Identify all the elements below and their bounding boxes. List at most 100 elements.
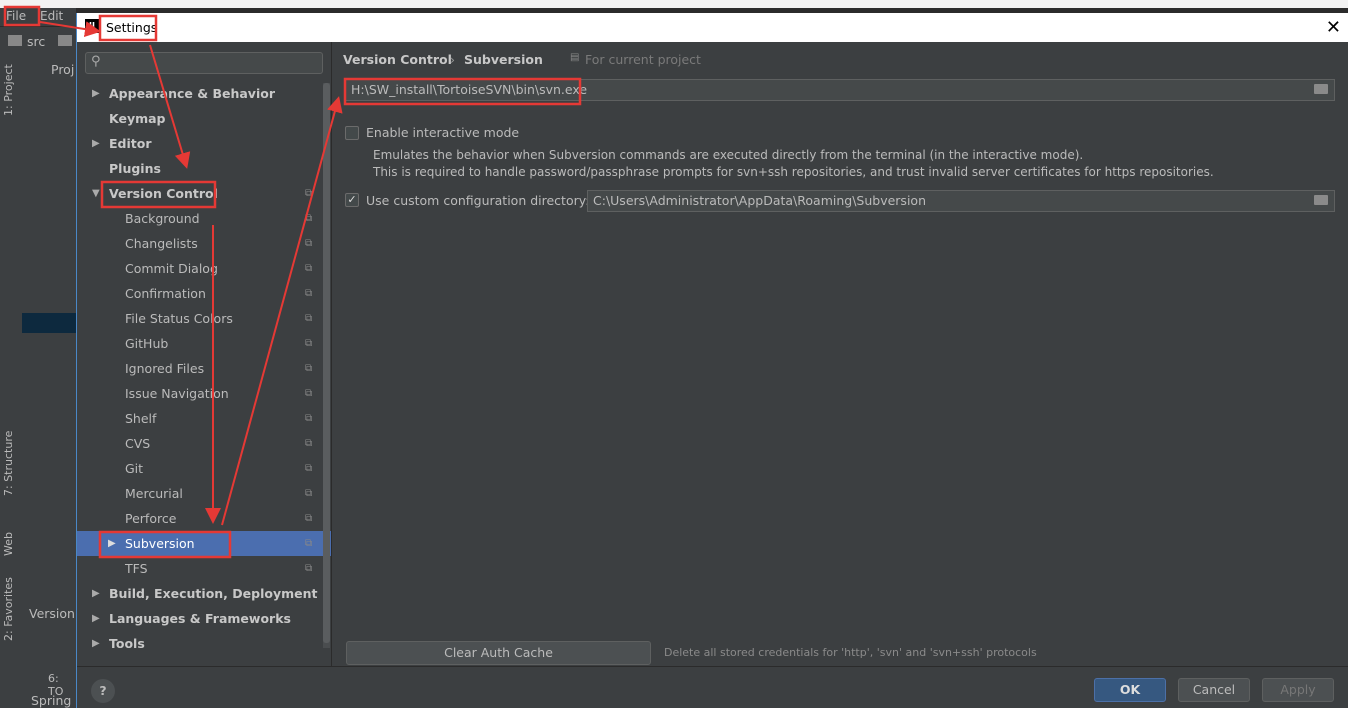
tree-item-shelf[interactable]: Shelf ⧉ <box>77 406 331 431</box>
tree-item-build-execution-deployment[interactable]: ▶ Build, Execution, Deployment <box>77 581 331 606</box>
cancel-button[interactable]: Cancel <box>1178 678 1250 702</box>
project-scope-icon: ⧉ <box>305 213 313 224</box>
tab-project[interactable]: 1: Project <box>2 64 15 116</box>
tree-item-plugins[interactable]: Plugins <box>77 156 331 181</box>
ide-status-area: 6: TO Spring <box>0 666 76 708</box>
tree-item-issue-navigation[interactable]: Issue Navigation ⧉ <box>77 381 331 406</box>
tree-item-version-control[interactable]: ▼ Version Control ⧉ <box>77 181 331 206</box>
tree-item-tfs[interactable]: TFS ⧉ <box>77 556 331 581</box>
project-scope-icon: ⧉ <box>305 288 313 299</box>
tree-item-keymap[interactable]: Keymap <box>77 106 331 131</box>
interactive-mode-label[interactable]: Enable interactive mode <box>366 125 519 140</box>
tree-item-label: Version Control <box>109 186 218 201</box>
tree-item-perforce[interactable]: Perforce ⧉ <box>77 506 331 531</box>
project-scope-icon: ▤ <box>570 52 580 63</box>
tree-item-label: Plugins <box>109 161 161 176</box>
settings-search-input[interactable]: ⚲ <box>85 52 323 74</box>
project-tab[interactable]: Proj <box>51 62 74 77</box>
dialog-title-bar: IJ Settings ✕ <box>77 13 1348 42</box>
tree-item-editor[interactable]: ▶ Editor <box>77 131 331 156</box>
tree-item-commit-dialog[interactable]: Commit Dialog ⧉ <box>77 256 331 281</box>
tab-structure[interactable]: 7: Structure <box>2 431 15 496</box>
collapsed-arrow-icon[interactable]: ▶ <box>92 131 100 156</box>
tree-item-label: TFS <box>125 561 148 576</box>
spring-tab[interactable]: Spring <box>31 693 71 708</box>
tree-item-label: Perforce <box>125 511 177 526</box>
collapsed-arrow-icon[interactable]: ▶ <box>92 81 100 106</box>
tree-item-background[interactable]: Background ⧉ <box>77 206 331 231</box>
expanded-arrow-icon[interactable]: ▼ <box>92 181 100 206</box>
custom-config-dir-label[interactable]: Use custom configuration directory: <box>366 193 589 208</box>
tab-favorites[interactable]: 2: Favorites <box>2 577 15 641</box>
close-icon[interactable]: ✕ <box>1326 17 1341 38</box>
tree-item-label: Appearance & Behavior <box>109 86 275 101</box>
custom-config-dir-field[interactable]: C:\Users\Administrator\AppData\Roaming\S… <box>587 190 1335 212</box>
project-scope-icon: ⧉ <box>305 363 313 374</box>
tree-item-label: Build, Execution, Deployment <box>109 586 318 601</box>
collapsed-arrow-icon[interactable]: ▶ <box>92 631 100 656</box>
collapsed-arrow-icon[interactable]: ▶ <box>92 606 100 631</box>
custom-config-dir-checkbox[interactable]: ✓ <box>345 193 359 207</box>
os-taskbar-strip <box>0 0 1348 8</box>
intellij-logo-icon: IJ <box>85 19 99 33</box>
collapsed-arrow-icon[interactable]: ▶ <box>108 531 116 556</box>
tab-web[interactable]: Web <box>2 532 15 556</box>
dialog-title: Settings <box>106 20 158 35</box>
interactive-mode-checkbox[interactable] <box>345 126 359 140</box>
ok-button[interactable]: OK <box>1094 678 1166 702</box>
tree-item-git[interactable]: Git ⧉ <box>77 456 331 481</box>
project-scope-icon: ⧉ <box>305 388 313 399</box>
tree-item-label: GitHub <box>125 336 169 351</box>
project-scope-icon: ⧉ <box>305 538 313 549</box>
tree-item-cvs[interactable]: CVS ⧉ <box>77 431 331 456</box>
tree-item-label: File Status Colors <box>125 311 233 326</box>
clear-cache-desc: Delete all stored credentials for 'http'… <box>664 646 1037 659</box>
tree-item-subversion[interactable]: ▶ Subversion ⧉ <box>77 531 331 556</box>
project-scope-icon: ⧉ <box>305 238 313 249</box>
tree-item-label: Git <box>125 461 144 476</box>
project-scope-icon: ⧉ <box>305 513 313 524</box>
tree-item-ignored-files[interactable]: Ignored Files ⧉ <box>77 356 331 381</box>
config-dir-value: C:\Users\Administrator\AppData\Roaming\S… <box>593 193 926 208</box>
tree-item-appearance-behavior[interactable]: ▶ Appearance & Behavior <box>77 81 331 106</box>
version-tab[interactable]: Version <box>29 606 75 621</box>
tree-scrollbar[interactable] <box>323 83 330 648</box>
breadcrumb-parent[interactable]: Version Control <box>343 52 452 67</box>
folder-icon <box>8 35 22 46</box>
breadcrumb-src[interactable]: src <box>27 34 45 49</box>
ide-breadcrumb: src <box>0 26 76 56</box>
subversion-settings-panel: Version Control › Subversion ▤ For curre… <box>332 42 1348 666</box>
project-scope-icon: ⧉ <box>305 338 313 349</box>
project-scope-icon: ⧉ <box>305 438 313 449</box>
tree-item-file-status-colors[interactable]: File Status Colors ⧉ <box>77 306 331 331</box>
project-scope-icon: ⧉ <box>305 488 313 499</box>
tree-item-github[interactable]: GitHub ⧉ <box>77 331 331 356</box>
collapsed-arrow-icon[interactable]: ▶ <box>92 581 100 606</box>
tree-item-languages-frameworks[interactable]: ▶ Languages & Frameworks <box>77 606 331 631</box>
help-button[interactable]: ? <box>91 679 115 703</box>
project-scope-icon: ⧉ <box>305 313 313 324</box>
tree-item-label: Issue Navigation <box>125 386 229 401</box>
project-scope-icon: ⧉ <box>305 263 313 274</box>
chevron-right-icon: › <box>450 52 455 67</box>
tree-item-mercurial[interactable]: Mercurial ⧉ <box>77 481 331 506</box>
browse-folder-icon[interactable] <box>1314 195 1328 205</box>
interactive-desc-1: Emulates the behavior when Subversion co… <box>373 148 1084 162</box>
tree-item-changelists[interactable]: Changelists ⧉ <box>77 231 331 256</box>
project-scope-icon: ⧉ <box>305 413 313 424</box>
browse-folder-icon[interactable] <box>1314 84 1328 94</box>
tree-item-label: Tools <box>109 636 145 651</box>
apply-button[interactable]: Apply <box>1262 678 1334 702</box>
menu-edit[interactable]: Edit <box>40 9 63 23</box>
clear-auth-cache-button[interactable]: Clear Auth Cache <box>346 641 651 665</box>
menu-file[interactable]: File <box>6 9 26 23</box>
project-scope-icon: ⧉ <box>305 563 313 574</box>
ide-project-panel: Proj Version <box>22 56 76 666</box>
settings-tree: ▶ Appearance & Behavior Keymap ▶ Editor Plugi… <box>77 81 331 666</box>
tree-item-tools[interactable]: ▶ Tools <box>77 631 331 656</box>
settings-dialog: IJ Settings ✕ ⚲ ▶ Appearance & Behavior Ke… <box>76 13 1348 708</box>
svn-executable-path-field[interactable]: H:\SW_install\TortoiseSVN\bin\svn.exe <box>345 79 1335 101</box>
scope-label: For current project <box>585 52 701 67</box>
folder-icon <box>58 35 72 46</box>
tree-item-confirmation[interactable]: Confirmation ⧉ <box>77 281 331 306</box>
